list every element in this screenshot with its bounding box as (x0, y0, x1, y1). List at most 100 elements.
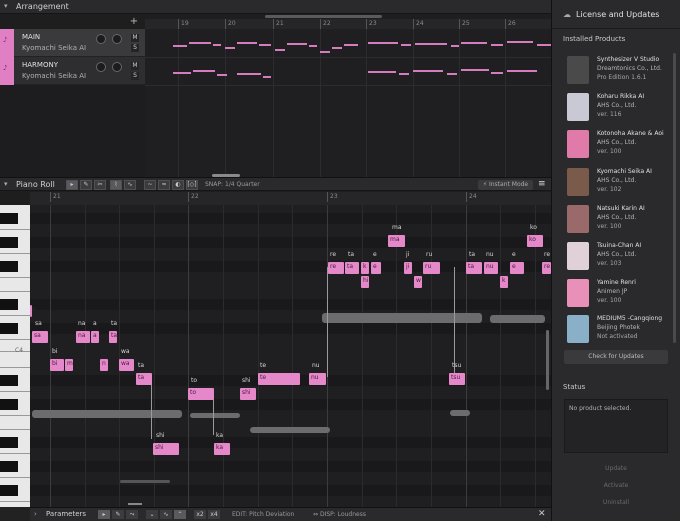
note[interactable]: ru (423, 262, 440, 274)
note[interactable]: re (542, 262, 551, 274)
arrangement-lanes[interactable] (145, 29, 551, 177)
note[interactable]: n (30, 305, 36, 317)
note[interactable]: shi (240, 388, 256, 400)
product-item[interactable]: Natsuki Karin AI AHS Co., Ltd. ver. 100 (564, 201, 672, 237)
note[interactable]: nu (484, 262, 498, 274)
note[interactable]: ta (345, 262, 359, 274)
bracket-tool-icon[interactable]: [◇] (186, 180, 198, 190)
note[interactable]: ta (136, 373, 152, 385)
pen-tool-icon[interactable]: ✎ (80, 180, 92, 190)
note[interactable]: ji (404, 262, 412, 274)
pitch-line-tool-icon[interactable]: ∿ (124, 180, 136, 190)
add-track-icon[interactable]: + (128, 16, 140, 28)
multiply-x4-button[interactable]: x4 (208, 510, 220, 519)
note[interactable]: wa (119, 359, 134, 371)
uninstall-button[interactable]: Uninstall (564, 497, 668, 509)
pointer-tool-icon[interactable]: ▸ (98, 510, 110, 519)
note[interactable]: re (328, 262, 344, 274)
product-name: MEDIUM5 -Cangqiong (597, 315, 663, 322)
note[interactable]: k (361, 262, 369, 274)
update-button[interactable]: Update (564, 463, 668, 475)
wave-tool-icon[interactable]: ∿ (160, 510, 172, 519)
pointer-tool-icon[interactable]: ▸ (66, 180, 78, 190)
note[interactable]: n (100, 359, 108, 371)
multiply-x2-button[interactable]: x2 (194, 510, 206, 519)
disp-label: DISP: (319, 511, 336, 518)
display-parameter-selector[interactable]: ⇔ DISP: Loudness (313, 511, 366, 518)
panel-resize-handle[interactable] (128, 503, 142, 505)
solo-button[interactable]: S (131, 72, 139, 80)
note[interactable]: ko (527, 235, 543, 247)
mute-button[interactable]: M (131, 34, 139, 42)
note-lyric: ta (348, 251, 355, 258)
note[interactable]: ta (109, 331, 117, 343)
arrangement-ruler[interactable]: 19 20 21 22 23 24 25 26 (145, 19, 551, 29)
note-phoneme: re (544, 263, 551, 270)
note[interactable]: ta (466, 262, 482, 274)
mute-button[interactable]: M (131, 62, 139, 70)
note[interactable]: sa (32, 331, 48, 343)
pitch-pen-tool-icon[interactable]: ⌇ (110, 180, 122, 190)
note[interactable]: hi (361, 276, 369, 288)
product-thumbnail (567, 130, 589, 158)
product-item[interactable]: MEDIUM5 -Cangqiong Beijing Photek Not ac… (564, 311, 672, 347)
pen-tool-icon[interactable]: ✎ (112, 510, 124, 519)
edit-parameter-selector[interactable]: EDIT: Pitch Deviation (232, 511, 294, 518)
product-item[interactable]: Synthesizer V Studio Dreamtonics Co., Lt… (564, 52, 672, 88)
note-lyric: ka (216, 432, 224, 439)
track-harmony[interactable]: ♪ HARMONY Kyomachi Seika AI M S (0, 57, 145, 85)
note[interactable]: ma (388, 235, 405, 247)
piano-keyboard[interactable] (0, 205, 30, 507)
note[interactable]: k (500, 276, 508, 288)
arrangement-horizontal-scrollbar[interactable] (265, 15, 382, 18)
product-item[interactable]: Tsuina-Chan AI AHS Co., Ltd. ver. 103 (564, 238, 672, 274)
note-phoneme: bi (52, 360, 58, 367)
expand-chevron-icon[interactable]: › (34, 510, 37, 518)
arrangement-header[interactable]: ▾ Arrangement (0, 0, 551, 14)
note[interactable]: na (76, 331, 90, 343)
gain-knob[interactable] (112, 34, 122, 44)
gain-knob[interactable] (112, 62, 122, 72)
product-item[interactable]: Kotonoha Akane & Aoi AHS Co., Ltd. ver. … (564, 126, 672, 162)
instant-mode-button[interactable]: ⚡ Instant Mode (478, 180, 533, 190)
note[interactable]: m (65, 359, 73, 371)
snap-setting[interactable]: SNAP: 1/4 Quarter (205, 181, 260, 188)
note[interactable]: a (91, 331, 99, 343)
note[interactable]: nu (309, 373, 326, 385)
ramp-tool-icon[interactable]: ⌃ (174, 510, 186, 519)
piano-roll-vertical-scrollbar[interactable] (546, 330, 549, 390)
note[interactable]: e (510, 262, 524, 274)
track-main[interactable]: ♪ MAIN Kyomachi Seika AI M S (0, 29, 145, 57)
menu-icon[interactable]: ≡ (538, 179, 546, 189)
scissors-tool-icon[interactable]: ✂ (94, 180, 106, 190)
note[interactable]: tsu (449, 373, 465, 385)
close-icon[interactable]: ✕ (538, 509, 546, 519)
activate-button[interactable]: Activate (564, 480, 668, 492)
check-for-updates-button[interactable]: Check for Updates (564, 350, 668, 364)
piano-roll-ruler[interactable]: 21 22 23 24 (30, 192, 551, 205)
note-lyric: a (93, 320, 97, 327)
curve-tool-icon[interactable]: ⌄ (146, 510, 158, 519)
note[interactable]: e (371, 262, 381, 274)
product-item[interactable]: Yamine Renri Animen JP ver. 100 (564, 275, 672, 311)
pitch-curve-tool-icon[interactable]: ≈ (158, 180, 170, 190)
product-thumbnail (567, 93, 589, 121)
pan-knob[interactable] (96, 62, 106, 72)
solo-button[interactable]: S (131, 44, 139, 52)
vibrato-tool-icon[interactable]: ~ (144, 180, 156, 190)
piano-roll-grid[interactable]: sa sa bi bi m na na a a n ta ta wa wa ta… (30, 205, 551, 507)
pan-knob[interactable] (96, 34, 106, 44)
waveform-toggle-icon[interactable]: ◐ (172, 180, 184, 190)
product-item[interactable]: Kyomachi Seika AI AHS Co., Ltd. ver. 102 (564, 164, 672, 200)
note[interactable]: to (188, 388, 214, 400)
products-scrollbar[interactable] (673, 53, 676, 343)
collapse-chevron-icon[interactable]: ▾ (4, 2, 8, 10)
collapse-chevron-icon[interactable]: ▾ (4, 180, 8, 188)
note[interactable]: bi (50, 359, 64, 371)
line-tool-icon[interactable]: ⤳ (126, 510, 138, 519)
product-item[interactable]: Koharu Rikka AI AHS Co., Ltd. ver. 116 (564, 89, 672, 125)
note[interactable]: ka (214, 443, 230, 455)
note[interactable]: shi (153, 443, 179, 455)
note[interactable]: te (258, 373, 300, 385)
note[interactable]: w (414, 276, 422, 288)
